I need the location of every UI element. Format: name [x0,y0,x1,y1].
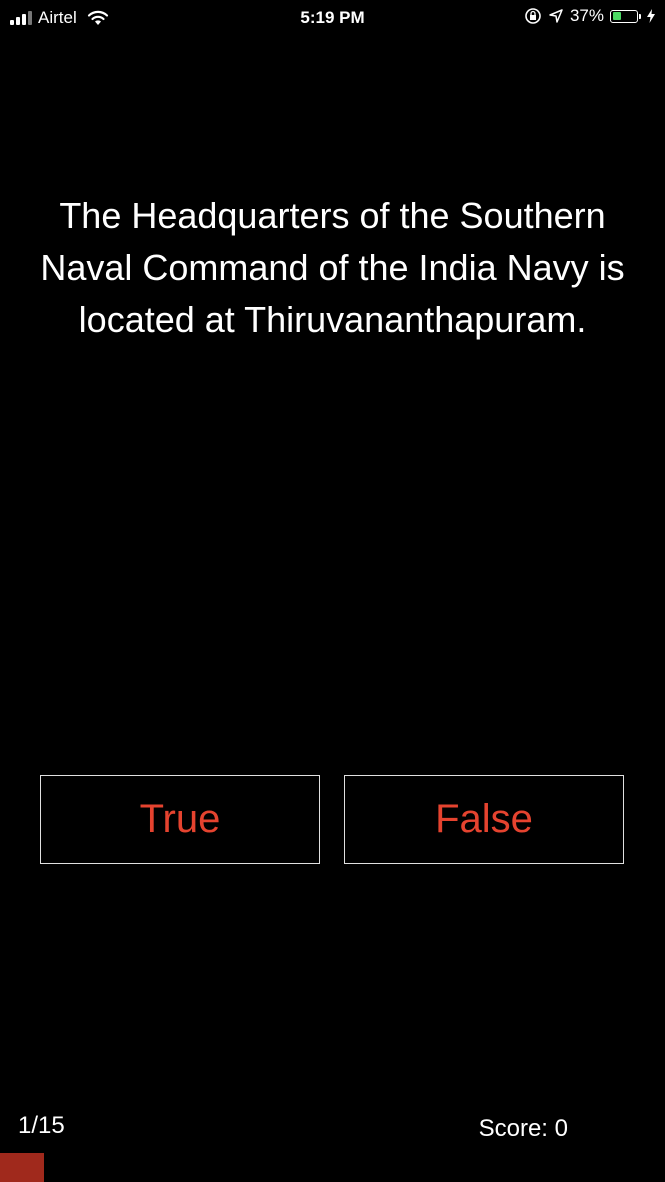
progress-fill [0,1153,45,1182]
question-counter: 1/15 [18,1112,65,1139]
battery-fill [612,12,621,20]
score-label: Score: 0 [478,1115,568,1142]
battery-percent: 37% [569,6,604,25]
progress-bar [0,1153,665,1182]
location-icon [549,9,563,23]
true-button[interactable]: True [40,775,320,864]
false-button[interactable]: False [344,775,624,864]
status-bar: Airtel 5:19 PM 37% [0,0,665,36]
charging-icon [647,9,655,23]
question-text: The Headquarters of the Southern Naval C… [40,195,625,340]
battery-icon [610,9,641,23]
status-right: 37% [524,6,655,26]
orientation-lock-icon [525,8,541,24]
